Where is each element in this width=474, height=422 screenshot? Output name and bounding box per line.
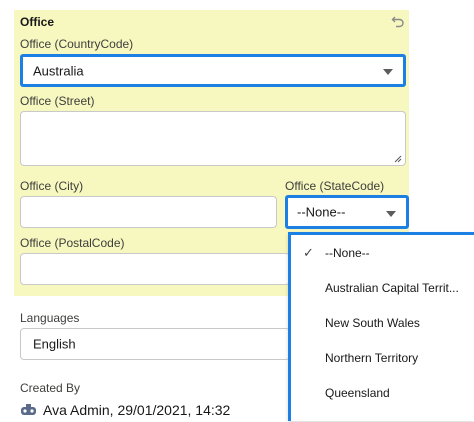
street-label: Office (Street): [20, 94, 95, 108]
undo-icon[interactable]: [391, 14, 405, 28]
created-by-date: , 29/01/2021, 14:32: [109, 402, 231, 418]
languages-label: Languages: [20, 311, 80, 325]
country-select[interactable]: Australia: [20, 54, 406, 87]
country-value: Australia: [33, 63, 84, 78]
state-option-nsw[interactable]: New South Wales: [291, 305, 474, 340]
state-option-none[interactable]: ✓ --None--: [291, 235, 474, 270]
street-textarea[interactable]: [20, 111, 406, 166]
state-option-qld[interactable]: Queensland: [291, 375, 474, 410]
chevron-down-icon: [386, 211, 396, 217]
resize-handle-icon[interactable]: [394, 155, 402, 163]
state-dropdown-list: ✓ --None-- Australian Capital Territ... …: [288, 232, 474, 421]
section-title: Office: [20, 15, 55, 29]
languages-value: English: [33, 336, 76, 352]
country-label: Office (CountryCode): [20, 37, 134, 51]
postal-label: Office (PostalCode): [20, 236, 125, 250]
chevron-down-icon: [383, 69, 393, 75]
check-icon: ✓: [303, 244, 314, 260]
city-input[interactable]: [20, 196, 277, 228]
city-label: Office (City): [20, 179, 84, 193]
state-select[interactable]: --None--: [285, 195, 409, 229]
state-option-act[interactable]: Australian Capital Territ...: [291, 270, 474, 305]
postal-input[interactable]: [20, 253, 290, 285]
state-value: --None--: [297, 204, 346, 220]
created-by-row: Ava Admin, 29/01/2021, 14:32: [20, 402, 230, 418]
state-label: Office (StateCode): [285, 179, 385, 193]
user-avatar-icon: [20, 403, 37, 417]
created-by-label: Created By: [20, 381, 81, 395]
state-option-nt[interactable]: Northern Territory: [291, 340, 474, 375]
languages-select[interactable]: English: [20, 328, 290, 360]
created-by-user-link[interactable]: Ava Admin: [43, 402, 110, 418]
